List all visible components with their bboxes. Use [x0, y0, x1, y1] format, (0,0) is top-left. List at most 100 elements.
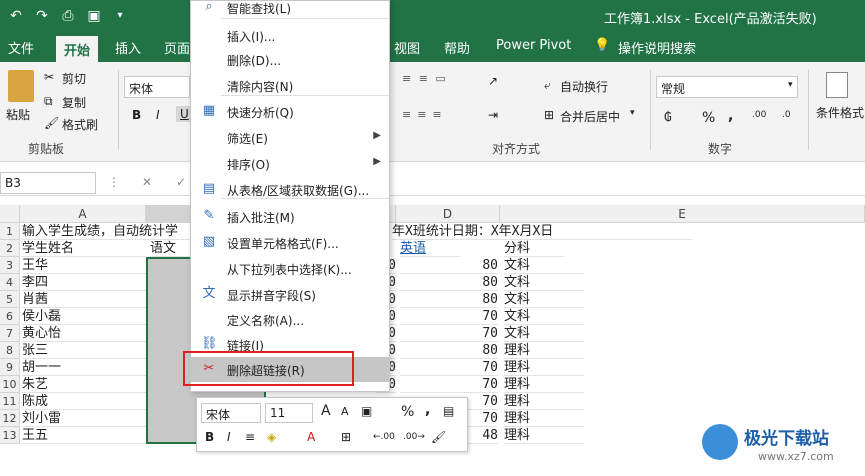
fill-color-icon[interactable]: ◈: [267, 430, 276, 444]
number-format-dropdown-icon[interactable]: ▾: [788, 80, 793, 90]
cut-button[interactable]: 剪切: [62, 70, 86, 87]
tab-power-pivot[interactable]: Power Pivot: [496, 38, 571, 53]
cell-name[interactable]: 朱艺: [22, 376, 146, 393]
cell-a2[interactable]: 学生姓名: [22, 240, 146, 257]
cell-english[interactable]: 80: [400, 291, 498, 308]
decrease-decimal-icon[interactable]: .0: [782, 110, 791, 120]
customize-icon[interactable]: ▾: [110, 6, 130, 26]
wrap-text-icon[interactable]: ⤶: [544, 78, 551, 93]
context-menu-item[interactable]: 清除内容(N): [191, 73, 389, 98]
mini-size-field[interactable]: 11: [265, 403, 313, 423]
increase-decimal-icon[interactable]: .00→: [403, 432, 425, 442]
tab-insert[interactable]: 插入: [115, 38, 141, 57]
tab-file[interactable]: 文件: [8, 38, 34, 57]
accounting-format-icon[interactable]: ▣: [361, 404, 372, 418]
cell-name[interactable]: 肖茜: [22, 291, 146, 308]
undo-icon[interactable]: ↶: [6, 6, 26, 26]
name-box[interactable]: B3: [0, 172, 96, 194]
tab-view[interactable]: 视图: [394, 38, 420, 57]
row-header[interactable]: 13: [0, 427, 20, 444]
row-header[interactable]: 11: [0, 393, 20, 410]
conditional-format-icon[interactable]: [826, 72, 848, 98]
context-menu-item[interactable]: 插入(I)...: [191, 23, 389, 48]
cell-track[interactable]: 文科: [504, 325, 584, 342]
increase-decimal-icon[interactable]: .00: [752, 110, 766, 120]
context-menu-item[interactable]: 从下拉列表中选择(K)...: [191, 256, 389, 281]
cell-track[interactable]: 理科: [504, 376, 584, 393]
cell-track[interactable]: 文科: [504, 291, 584, 308]
row-header[interactable]: 2: [0, 240, 20, 257]
paste-button[interactable]: 粘贴: [6, 106, 30, 123]
cancel-button[interactable]: ✕: [142, 175, 152, 189]
column-header-e[interactable]: E: [500, 205, 865, 223]
cell-track[interactable]: 理科: [504, 410, 584, 427]
mini-bold-icon[interactable]: B: [205, 430, 214, 444]
context-menu-item[interactable]: ✎ 插入批注(M): [191, 204, 389, 229]
context-menu-item[interactable]: 排序(O) ▶: [191, 151, 389, 176]
cell-track[interactable]: 文科: [504, 308, 584, 325]
cell-b2[interactable]: 语文: [150, 240, 190, 257]
merge-dropdown-icon[interactable]: ▾: [630, 108, 635, 118]
align-horizontal-buttons[interactable]: ≡≡≡: [402, 108, 492, 128]
cell-d1[interactable]: 年X班统计日期：X年X月X日: [392, 223, 692, 240]
decrease-font-icon[interactable]: A: [341, 405, 349, 418]
mini-align-icon[interactable]: ≡: [245, 430, 255, 444]
cell-d2[interactable]: 英语: [400, 240, 460, 257]
cell-track[interactable]: 文科: [504, 274, 584, 291]
decrease-decimal-icon[interactable]: ←.00: [373, 432, 395, 442]
row-header[interactable]: 5: [0, 291, 20, 308]
row-header[interactable]: 12: [0, 410, 20, 427]
cell-english[interactable]: 70: [400, 308, 498, 325]
paste-icon[interactable]: [8, 70, 34, 102]
merge-center-icon[interactable]: ⊞: [544, 108, 554, 122]
number-format-field[interactable]: 常规: [656, 76, 798, 98]
row-header[interactable]: 7: [0, 325, 20, 342]
cell-name[interactable]: 侯小磊: [22, 308, 146, 325]
cell-name[interactable]: 张三: [22, 342, 146, 359]
merge-center-button[interactable]: 合并后居中: [560, 108, 620, 125]
row-header[interactable]: 3: [0, 257, 20, 274]
cell-name[interactable]: 黄心怡: [22, 325, 146, 342]
cell-track[interactable]: 理科: [504, 393, 584, 410]
font-color-icon[interactable]: A: [307, 430, 315, 444]
cell-track[interactable]: 文科: [504, 257, 584, 274]
cell-name[interactable]: 陈成: [22, 393, 146, 410]
tab-home[interactable]: 开始: [56, 36, 99, 62]
print-preview-icon[interactable]: ⎙: [58, 6, 78, 26]
copy-button[interactable]: 复制: [62, 94, 86, 111]
row-header[interactable]: 9: [0, 359, 20, 376]
cell-name[interactable]: 胡一一: [22, 359, 146, 376]
row-header[interactable]: 1: [0, 223, 20, 240]
redo-icon[interactable]: ↷: [32, 6, 52, 26]
cell-track[interactable]: 理科: [504, 342, 584, 359]
row-header[interactable]: 10: [0, 376, 20, 393]
tell-me-search[interactable]: 操作说明搜索: [618, 38, 696, 57]
align-top-buttons[interactable]: ≡ ≡ ▭: [402, 72, 492, 92]
context-menu-item[interactable]: 文显示拼音字段(S): [191, 282, 389, 307]
cell-english[interactable]: 80: [400, 274, 498, 291]
conditional-format-button[interactable]: 条件格式: [816, 104, 864, 121]
wrap-text-button[interactable]: 自动换行: [560, 78, 608, 95]
cell-english[interactable]: 80: [400, 257, 498, 274]
mini-comma-button[interactable]: ,: [425, 402, 430, 418]
context-menu-item[interactable]: ▧ 设置单元格格式(F)...: [191, 230, 389, 255]
cell-english[interactable]: 70: [400, 376, 498, 393]
select-all-corner[interactable]: [0, 205, 20, 223]
row-header[interactable]: 4: [0, 274, 20, 291]
context-menu-item[interactable]: ⌕ 智能查找(L): [191, 0, 389, 20]
format-painter-icon[interactable]: 🖌: [44, 116, 59, 130]
cell-english[interactable]: 70: [400, 359, 498, 376]
font-name-field[interactable]: 宋体: [124, 76, 190, 98]
cell-english[interactable]: 70: [400, 325, 498, 342]
copy-icon[interactable]: ⧉: [44, 94, 53, 109]
enter-button[interactable]: ✓: [176, 175, 186, 189]
cell-name[interactable]: 李四: [22, 274, 146, 291]
context-menu-item[interactable]: ▤ 从表格/区域获取数据(G)...: [191, 177, 389, 202]
column-header-a[interactable]: A: [20, 205, 146, 223]
mini-font-field[interactable]: 宋体: [201, 403, 261, 423]
tab-help[interactable]: 帮助: [444, 38, 470, 57]
cell-english[interactable]: 80: [400, 342, 498, 359]
mini-italic-icon[interactable]: I: [227, 430, 231, 444]
cell-name[interactable]: 刘小雷: [22, 410, 146, 427]
context-menu-item[interactable]: 筛选(E) ▶: [191, 125, 389, 150]
